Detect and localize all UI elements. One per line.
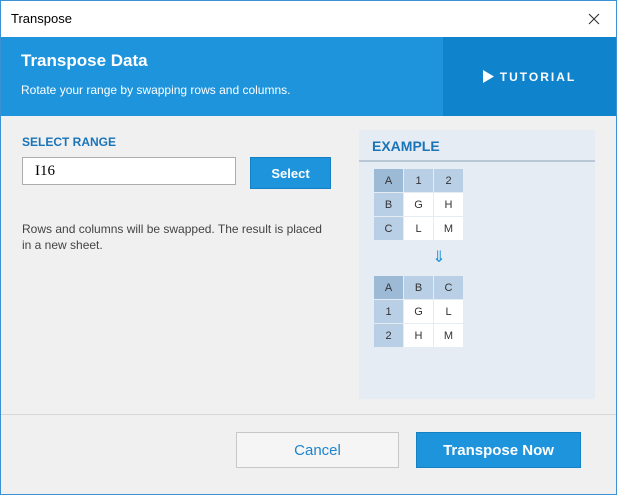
example-after-grid: A B C 1 G L 2 H M	[374, 276, 463, 347]
example-title: EXAMPLE	[372, 138, 440, 154]
arrow-down-icon: ⇓	[432, 249, 446, 266]
close-icon	[588, 13, 600, 25]
title-bar: Transpose	[1, 1, 616, 37]
grid-cell: C	[434, 276, 463, 299]
grid-cell: 2	[374, 324, 403, 347]
header-title: Transpose Data	[21, 51, 148, 70]
grid-cell: A	[374, 276, 403, 299]
header-subtitle: Rotate your range by swapping rows and c…	[21, 83, 291, 97]
example-panel: EXAMPLE A 1 2 B G H C L M ⇓ A B C 1 G L …	[359, 130, 595, 399]
play-icon	[482, 70, 494, 83]
select-range-label: SELECT RANGE	[22, 135, 117, 149]
grid-cell: G	[404, 193, 433, 216]
grid-cell: B	[404, 276, 433, 299]
grid-cell: 2	[434, 169, 463, 192]
transpose-now-button[interactable]: Transpose Now	[416, 432, 581, 468]
swap-note: Rows and columns will be swapped. The re…	[22, 222, 322, 252]
close-button[interactable]	[572, 1, 616, 37]
window-title: Transpose	[11, 11, 72, 26]
grid-cell: L	[434, 300, 463, 323]
select-button[interactable]: Select	[250, 157, 331, 189]
grid-cell: 1	[374, 300, 403, 323]
dialog-header: Transpose Data Rotate your range by swap…	[1, 37, 616, 116]
transpose-dialog: Transpose Transpose Data Rotate your ran…	[0, 0, 617, 495]
grid-cell: B	[374, 193, 403, 216]
range-input[interactable]	[22, 157, 236, 185]
example-before-grid: A 1 2 B G H C L M	[374, 169, 463, 240]
grid-cell: M	[434, 324, 463, 347]
example-divider	[359, 160, 595, 162]
grid-cell: L	[404, 217, 433, 240]
grid-cell: H	[434, 193, 463, 216]
grid-cell: 1	[404, 169, 433, 192]
tutorial-label: TUTORIAL	[499, 69, 577, 84]
tutorial-button[interactable]: TUTORIAL	[443, 37, 616, 116]
grid-cell: H	[404, 324, 433, 347]
grid-cell: M	[434, 217, 463, 240]
grid-cell: A	[374, 169, 403, 192]
grid-cell: C	[374, 217, 403, 240]
grid-cell: G	[404, 300, 433, 323]
footer-divider	[1, 414, 616, 415]
cancel-button[interactable]: Cancel	[236, 432, 399, 468]
